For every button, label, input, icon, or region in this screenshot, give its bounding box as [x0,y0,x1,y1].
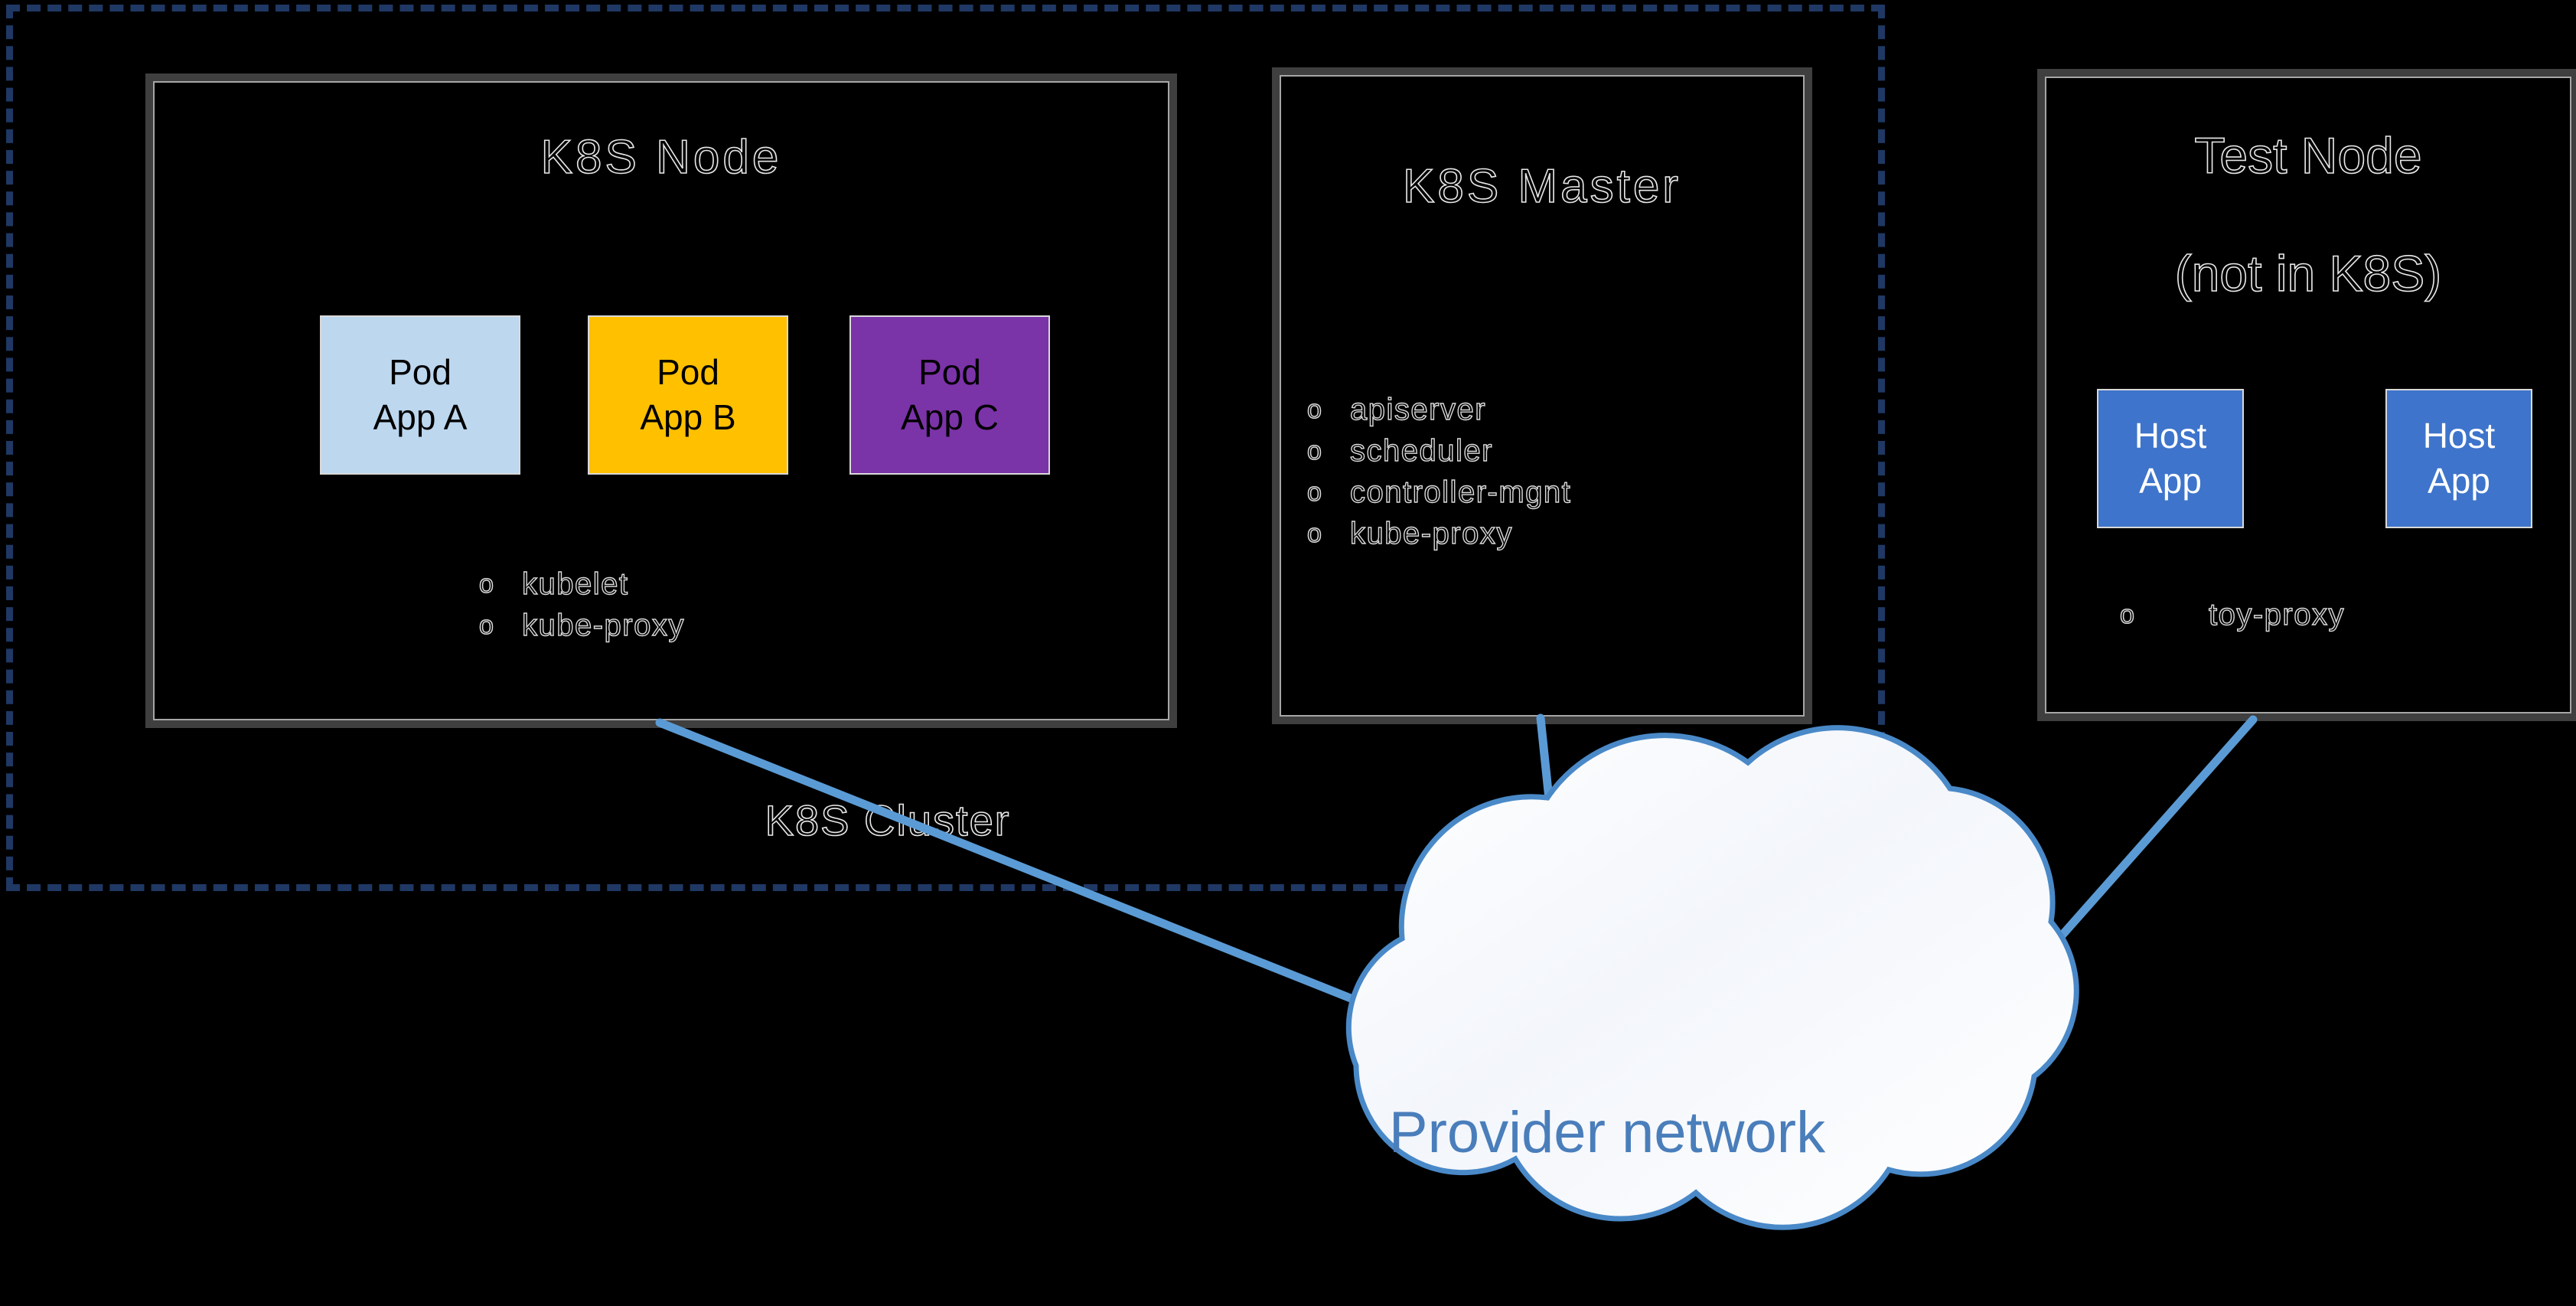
bullet-circle-icon: o [1306,395,1322,424]
pod-tile-app-b-line1: Pod [657,352,719,393]
host-app-tile-2[interactable]: Host App [2385,389,2532,528]
pod-tile-app-a[interactable]: Pod App A [320,315,520,475]
service-label-kube-proxy: kube-proxy [521,608,685,642]
host-app-tile-2-line2: App [2428,461,2490,501]
pod-tile-app-a-line1: Pod [389,352,452,393]
bullet-circle-icon: o [1306,519,1322,548]
connector-test-node-to-cloud [1939,715,2258,1073]
list-item[interactable]: o toy-proxy [2119,597,2345,632]
service-label-controller-mgnt: controller-mgnt [1349,475,1572,509]
pod-tile-app-b[interactable]: Pod App B [588,315,788,475]
host-app-tile-1[interactable]: Host App [2097,389,2244,528]
test-node-subtitle: (not in K8S) [2174,244,2442,302]
test-node-service-list: o toy-proxy [2119,597,2345,638]
service-label-scheduler: scheduler [1349,433,1493,468]
k8s-cluster-label: K8S Cluster [765,795,1011,845]
bullet-circle-icon: o [1306,478,1322,507]
list-item[interactable]: o scheduler [1306,433,1571,469]
service-label-kube-proxy: kube-proxy [1349,516,1513,550]
service-label-apiserver: apiserver [1349,392,1487,426]
list-item[interactable]: o controller-mgnt [1306,475,1572,510]
list-item[interactable]: o kube-proxy [1306,516,1571,551]
bullet-circle-icon: o [2119,600,2134,629]
pod-tile-app-a-line2: App A [373,397,468,437]
host-app-tile-2-line1: Host [2422,416,2496,456]
service-label-kubelet: kubelet [521,566,629,601]
k8s-node-title: K8S Node [540,130,782,184]
pod-tile-app-c[interactable]: Pod App C [849,315,1050,475]
pod-tile-app-c-line2: App C [901,397,999,437]
k8s-node-service-list: o kubelet o kube-proxy [478,566,685,649]
host-app-tile-1-line1: Host [2134,416,2207,456]
bullet-circle-icon: o [478,611,494,640]
bullet-circle-icon: o [478,570,494,599]
service-label-toy-proxy: toy-proxy [2208,597,2345,632]
k8s-master-service-list: o apiserver o scheduler o controller-mgn… [1306,392,1572,557]
diagram-canvas: K8S Node Pod App A Pod App B Pod App C o… [0,0,2576,1306]
pod-tile-app-b-line2: App B [640,397,736,437]
list-item[interactable]: o apiserver [1306,392,1571,427]
bullet-circle-icon: o [1306,436,1322,465]
pod-tile-app-c-line1: Pod [918,352,981,393]
list-item[interactable]: o kubelet [478,566,685,602]
host-app-tile-1-line2: App [2139,461,2202,501]
provider-network-label: Provider network [1388,1100,1826,1165]
list-item[interactable]: o kube-proxy [478,608,685,643]
k8s-master-title: K8S Master [1402,159,1681,214]
test-node-title: Test Node [2194,126,2423,184]
